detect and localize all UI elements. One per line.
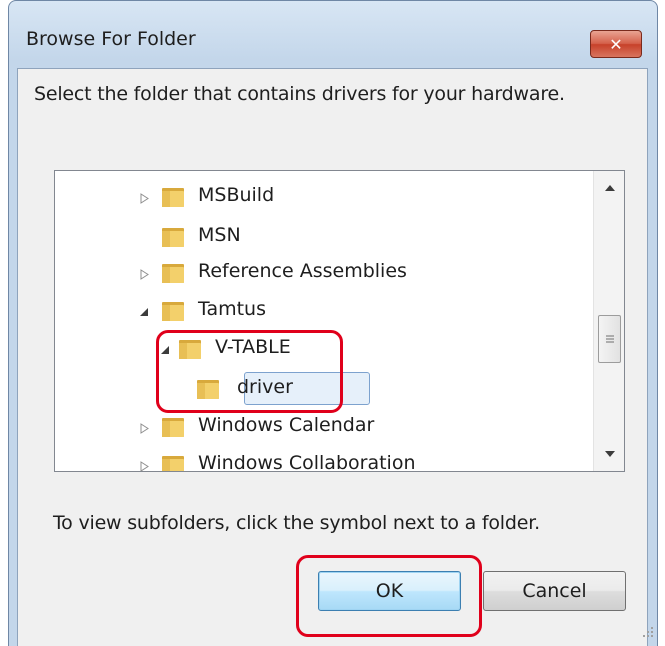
hint-text: To view subfolders, click the symbol nex… — [53, 512, 540, 534]
folder-icon — [162, 456, 184, 471]
grip-icon — [605, 335, 614, 343]
folder-icon — [162, 188, 184, 207]
tree-item-label[interactable]: Tamtus — [198, 298, 266, 320]
folder-icon — [197, 380, 219, 399]
expand-arrow-icon[interactable] — [137, 459, 151, 471]
ok-button[interactable]: OK — [318, 571, 461, 611]
vertical-scrollbar[interactable] — [593, 171, 624, 471]
folder-icon — [162, 228, 184, 247]
folder-icon — [162, 302, 184, 321]
expand-arrow-icon[interactable] — [137, 421, 151, 435]
tree-item-label[interactable]: V-TABLE — [215, 336, 291, 358]
close-icon: ✕ — [609, 34, 623, 54]
folder-tree[interactable]: MSBuild MSN Reference Assemblies Tamtus … — [54, 170, 625, 472]
collapse-arrow-icon[interactable] — [158, 343, 172, 357]
scroll-up-arrow-icon[interactable] — [594, 173, 624, 203]
expand-arrow-icon[interactable] — [137, 267, 151, 281]
folder-icon — [162, 264, 184, 283]
cancel-button[interactable]: Cancel — [483, 571, 626, 611]
tree-item-label[interactable]: Reference Assemblies — [198, 260, 407, 282]
window-title: Browse For Folder — [26, 28, 196, 50]
instruction-text: Select the folder that contains drivers … — [34, 83, 565, 105]
scroll-down-arrow-icon[interactable] — [594, 439, 624, 469]
scrollbar-thumb[interactable] — [598, 315, 621, 363]
expand-arrow-icon[interactable] — [137, 191, 151, 205]
folder-icon — [162, 418, 184, 437]
tree-item-label-selected[interactable]: driver — [237, 376, 293, 398]
folder-icon — [179, 340, 201, 359]
tree-item-label[interactable]: MSBuild — [198, 184, 274, 206]
tree-item-label[interactable]: Windows Collaboration — [198, 452, 415, 471]
resize-grip-icon[interactable] — [640, 624, 654, 638]
tree-item-label[interactable]: MSN — [198, 224, 241, 246]
collapse-arrow-icon[interactable] — [137, 305, 151, 319]
tree-item-label[interactable]: Windows Calendar — [198, 414, 374, 436]
close-button[interactable]: ✕ — [590, 30, 642, 58]
